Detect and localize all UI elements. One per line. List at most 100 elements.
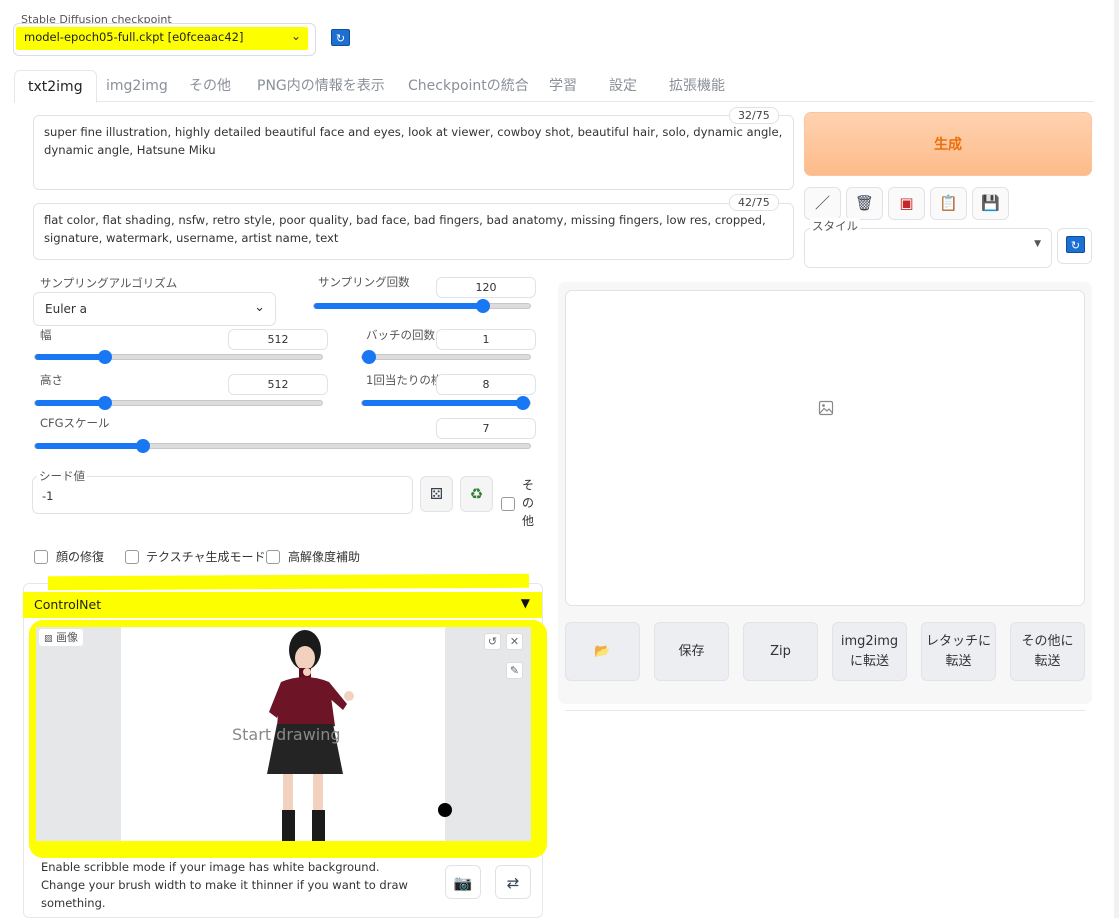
slider-thumb[interactable] <box>98 396 112 410</box>
style-select[interactable]: ▼ <box>804 228 1052 268</box>
trash-icon: 🗑 <box>854 194 875 212</box>
batch-size-input[interactable]: 8 <box>436 374 536 395</box>
slider-thumb[interactable] <box>362 350 376 364</box>
slider-thumb[interactable] <box>136 439 150 453</box>
open-folder-button[interactable]: 📂 <box>565 622 640 681</box>
cfg-input[interactable]: 7 <box>436 418 536 439</box>
seed-input[interactable]: -1 <box>32 476 413 514</box>
slider-thumb[interactable] <box>476 299 490 313</box>
checkpoint-select[interactable]: model-epoch05-full.ckpt [e0fceaac42] ⌄ <box>16 27 308 50</box>
batch-count-input[interactable]: 1 <box>436 329 536 350</box>
extra-seed-label-char: の <box>522 496 535 510</box>
pencil-button[interactable]: ／ <box>804 187 841 220</box>
close-icon: ✕ <box>509 635 520 648</box>
caret-down-icon: ▼ <box>1034 239 1041 249</box>
image-tag-label: 画像 <box>56 631 79 644</box>
sampling-steps-input[interactable]: 120 <box>436 277 536 298</box>
tiling-checkbox[interactable] <box>125 550 139 564</box>
tab-png-info[interactable]: PNG内の情報を表示 <box>257 70 385 102</box>
dice-icon: ⚄ <box>429 485 444 503</box>
save-output-button[interactable]: 保存 <box>654 622 729 681</box>
slider-fill <box>35 400 105 406</box>
undo-icon: ↺ <box>487 635 498 648</box>
card-button[interactable]: ▣ <box>888 187 925 220</box>
canvas-hint: Start drawing <box>232 725 341 744</box>
undo-button[interactable]: ↺ <box>484 633 501 650</box>
send-to-extras-button[interactable]: その他に 転送 <box>1010 622 1085 681</box>
generate-button[interactable]: 生成 <box>804 112 1092 176</box>
clipboard-icon: 📋 <box>939 194 958 212</box>
slider-fill <box>35 354 105 360</box>
chevron-down-icon: ⌄ <box>290 29 301 43</box>
tab-txt2img[interactable]: txt2img <box>14 70 97 103</box>
slider-fill <box>35 443 143 449</box>
tab-extras[interactable]: その他 <box>189 70 231 102</box>
webcam-button[interactable]: 📷 <box>445 865 481 899</box>
width-input[interactable]: 512 <box>228 329 328 350</box>
image-placeholder-icon <box>818 400 834 416</box>
cfg-slider[interactable] <box>34 439 531 453</box>
controlnet-title: ControlNet <box>34 597 102 612</box>
folder-icon: 📂 <box>594 643 611 659</box>
controlnet-image-canvas[interactable]: Start drawing ▨ 画像 ↺ ✕ ✎ <box>36 627 531 841</box>
tab-settings[interactable]: 設定 <box>609 70 637 102</box>
controlnet-header[interactable]: ControlNet ▼ <box>23 592 542 618</box>
negative-token-counter: 42/75 <box>729 194 779 211</box>
send-to-inpaint-button[interactable]: レタッチに 転送 <box>921 622 996 681</box>
sampling-steps-slider[interactable] <box>313 299 531 313</box>
swap-button[interactable]: ⇄ <box>495 865 531 899</box>
batch-size-slider[interactable] <box>361 396 531 410</box>
reuse-seed-button[interactable]: ♻ <box>460 476 493 512</box>
clear-button[interactable]: ✕ <box>506 633 523 650</box>
canvas-margin-right <box>445 627 531 841</box>
help-line: Change your brush width to make it thinn… <box>41 878 408 892</box>
tab-bar: txt2img img2img その他 PNG内の情報を表示 Checkpoin… <box>14 70 1094 103</box>
trash-button[interactable]: 🗑 <box>846 187 883 220</box>
prompt-token-counter: 32/75 <box>729 107 779 124</box>
restore-faces-checkbox[interactable] <box>34 550 48 564</box>
slider-thumb[interactable] <box>98 350 112 364</box>
tab-train[interactable]: 学習 <box>549 70 577 102</box>
brush-cursor <box>438 803 452 817</box>
width-slider[interactable] <box>34 350 323 364</box>
hires-fix-label: 高解像度補助 <box>288 550 361 564</box>
random-seed-button[interactable]: ⚄ <box>420 476 453 512</box>
batch-count-label: バッチの回数 <box>366 328 435 342</box>
extra-seed-label-char: 他 <box>522 514 535 528</box>
brush-button[interactable]: ✎ <box>506 662 523 679</box>
prompt-textarea[interactable]: super fine illustration, highly detailed… <box>33 115 794 190</box>
highlight-mark <box>47 573 530 591</box>
negative-prompt-textarea[interactable]: flat color, flat shading, nsfw, retro st… <box>33 203 794 260</box>
extra-seed-checkbox[interactable] <box>501 497 515 511</box>
help-line: Enable scribble mode if your image has w… <box>41 860 380 874</box>
tab-checkpoint-merger[interactable]: Checkpointの統合 <box>408 70 529 102</box>
tab-extensions[interactable]: 拡張機能 <box>669 70 725 102</box>
brush-icon: ✎ <box>509 664 520 677</box>
output-gallery <box>565 290 1085 606</box>
sampling-method-value: Euler a <box>45 302 88 316</box>
send-to-img2img-button[interactable]: img2img に転送 <box>832 622 907 681</box>
slider-fill <box>362 400 523 406</box>
scrollbar[interactable] <box>1114 0 1119 918</box>
clipboard-button[interactable]: 📋 <box>930 187 967 220</box>
sampling-method-dropdown[interactable]: Euler a ⌄ <box>33 292 276 326</box>
pencil-icon: ／ <box>814 194 830 212</box>
height-label: 高さ <box>40 373 63 387</box>
refresh-checkpoint-button[interactable]: ↻ <box>331 29 350 46</box>
extra-seed-label-char: そ <box>522 478 535 492</box>
slider-thumb[interactable] <box>516 396 530 410</box>
save-style-button[interactable]: 💾 <box>972 187 1009 220</box>
refresh-icon: ↻ <box>335 32 346 45</box>
chevron-down-icon: ⌄ <box>254 300 265 315</box>
slider-fill <box>314 303 483 309</box>
controlnet-help-text: Enable scribble mode if your image has w… <box>41 858 408 912</box>
sampling-method-label: サンプリングアルゴリズム <box>40 276 178 290</box>
height-input[interactable]: 512 <box>228 374 328 395</box>
seed-label: シード値 <box>37 468 87 484</box>
tab-img2img[interactable]: img2img <box>106 70 168 102</box>
batch-count-slider[interactable] <box>361 350 531 364</box>
zip-button[interactable]: Zip <box>743 622 818 681</box>
height-slider[interactable] <box>34 396 323 410</box>
restore-faces-label: 顔の修復 <box>56 550 105 564</box>
hires-fix-checkbox[interactable] <box>266 550 280 564</box>
